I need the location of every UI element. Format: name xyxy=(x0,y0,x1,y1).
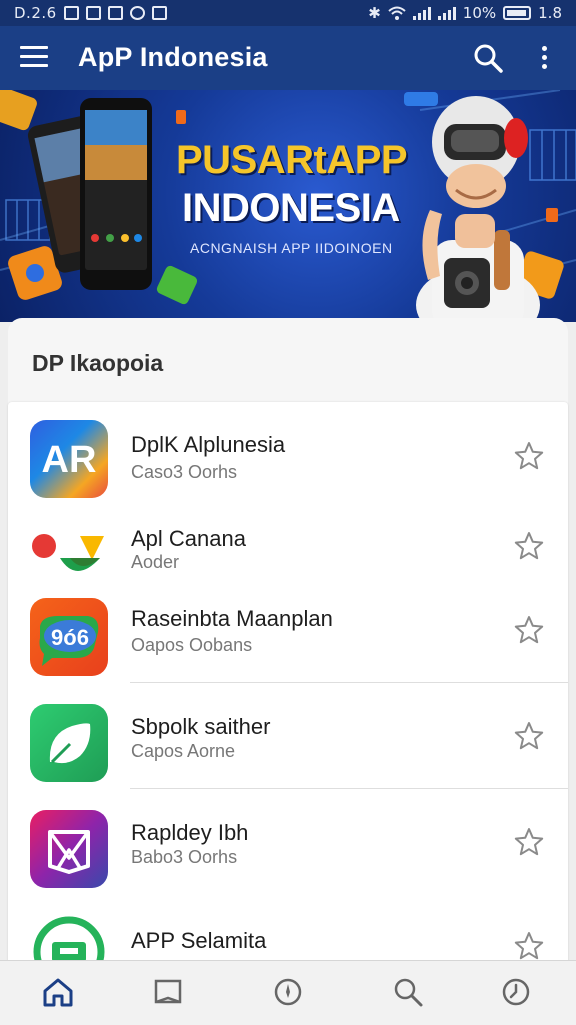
hamburger-menu-icon[interactable] xyxy=(20,46,48,68)
banner-title: PUSARtAPP xyxy=(176,138,408,182)
search-icon[interactable] xyxy=(391,975,425,1009)
svg-text:9ó6: 9ó6 xyxy=(51,625,89,650)
star-icon[interactable] xyxy=(513,826,545,858)
app-name: DplK Alplunesia xyxy=(131,432,286,457)
star-icon[interactable] xyxy=(513,440,545,472)
list-item[interactable]: APP Selamita xyxy=(8,902,568,962)
app-name: Sbpolk saither xyxy=(131,714,271,739)
bookmark-icon[interactable] xyxy=(151,975,185,1009)
signal-2-icon xyxy=(437,6,456,20)
app-title: ApP Indonesia xyxy=(78,42,268,72)
search-icon[interactable] xyxy=(472,42,504,74)
signal-1-icon xyxy=(412,6,431,20)
section-title: DP Ikaopoia xyxy=(32,350,164,376)
gem-app-icon xyxy=(30,810,108,888)
list-divider xyxy=(130,788,568,789)
sync-notification-icon xyxy=(129,6,145,20)
app-list: AR DplK Alplunesia Caso3 Oorhs Apl Canan… xyxy=(8,402,568,962)
dots-app-icon xyxy=(30,510,108,588)
bottom-nav xyxy=(0,960,576,1025)
app-name: Raseinbta Maanplan xyxy=(131,606,333,631)
list-divider xyxy=(130,682,568,683)
status-clock: 1.8 xyxy=(538,4,562,22)
chat-app-icon: 9ó6 xyxy=(30,598,108,676)
app-name: APP Selamita xyxy=(131,928,267,953)
more-vert-icon[interactable] xyxy=(532,42,558,74)
list-item[interactable]: AR DplK Alplunesia Caso3 Oorhs xyxy=(8,412,568,502)
app-bar: ApP Indonesia xyxy=(0,26,576,90)
image-notification-icon xyxy=(63,6,79,20)
svg-text:AR: AR xyxy=(42,439,97,481)
bluetooth-icon: ✱ xyxy=(368,4,381,22)
clock-icon[interactable] xyxy=(499,975,533,1009)
home-icon[interactable] xyxy=(41,975,75,1009)
star-icon[interactable] xyxy=(513,720,545,752)
star-icon[interactable] xyxy=(513,530,545,562)
list-item[interactable]: Apl Canana Aoder xyxy=(8,502,568,592)
status-left: D.2.6 xyxy=(14,4,167,22)
ar-app-icon: AR xyxy=(30,420,108,498)
app-subtitle: Babo3 Oorhs xyxy=(131,847,238,867)
app-subtitle: Aoder xyxy=(131,552,180,572)
list-item[interactable]: 9ó6 Raseinbta Maanplan Oapos Oobans xyxy=(8,590,568,680)
battery-percent: 10% xyxy=(462,4,497,22)
battery-icon xyxy=(503,6,532,20)
list-item[interactable]: Sbpolk saither Capos Aorne xyxy=(8,696,568,786)
app-name: Rapldey Ibh xyxy=(131,820,249,845)
banner-tagline: ACNGNAISH APP IIDOINOEN xyxy=(190,240,393,256)
wifi-icon xyxy=(388,6,406,20)
gallery-notification-icon xyxy=(85,6,101,20)
status-right: ✱ 10% 1.8 xyxy=(368,4,562,22)
app-subtitle: Oapos Oobans xyxy=(131,635,253,655)
status-time: D.2.6 xyxy=(14,4,57,22)
app-name: Apl Canana xyxy=(131,526,246,551)
promo-banner[interactable]: PUSARtAPP INDONESIA ACNGNAISH APP IIDOIN… xyxy=(0,90,576,322)
list-item[interactable]: Rapldey Ibh Babo3 Oorhs xyxy=(8,802,568,892)
leaf-app-icon xyxy=(30,704,108,782)
star-icon[interactable] xyxy=(513,930,545,962)
app-subtitle: Capos Aorne xyxy=(131,741,236,761)
download-notification-icon xyxy=(107,6,123,20)
banner-subtitle: INDONESIA xyxy=(182,186,400,230)
app-subtitle: Caso3 Oorhs xyxy=(131,462,238,482)
star-icon[interactable] xyxy=(513,614,545,646)
status-bar: D.2.6 ✱ 10% 1.8 xyxy=(0,0,576,26)
compass-icon[interactable] xyxy=(271,975,305,1009)
whatsapp-app-icon xyxy=(30,910,108,962)
app-notification-icon xyxy=(151,6,167,20)
